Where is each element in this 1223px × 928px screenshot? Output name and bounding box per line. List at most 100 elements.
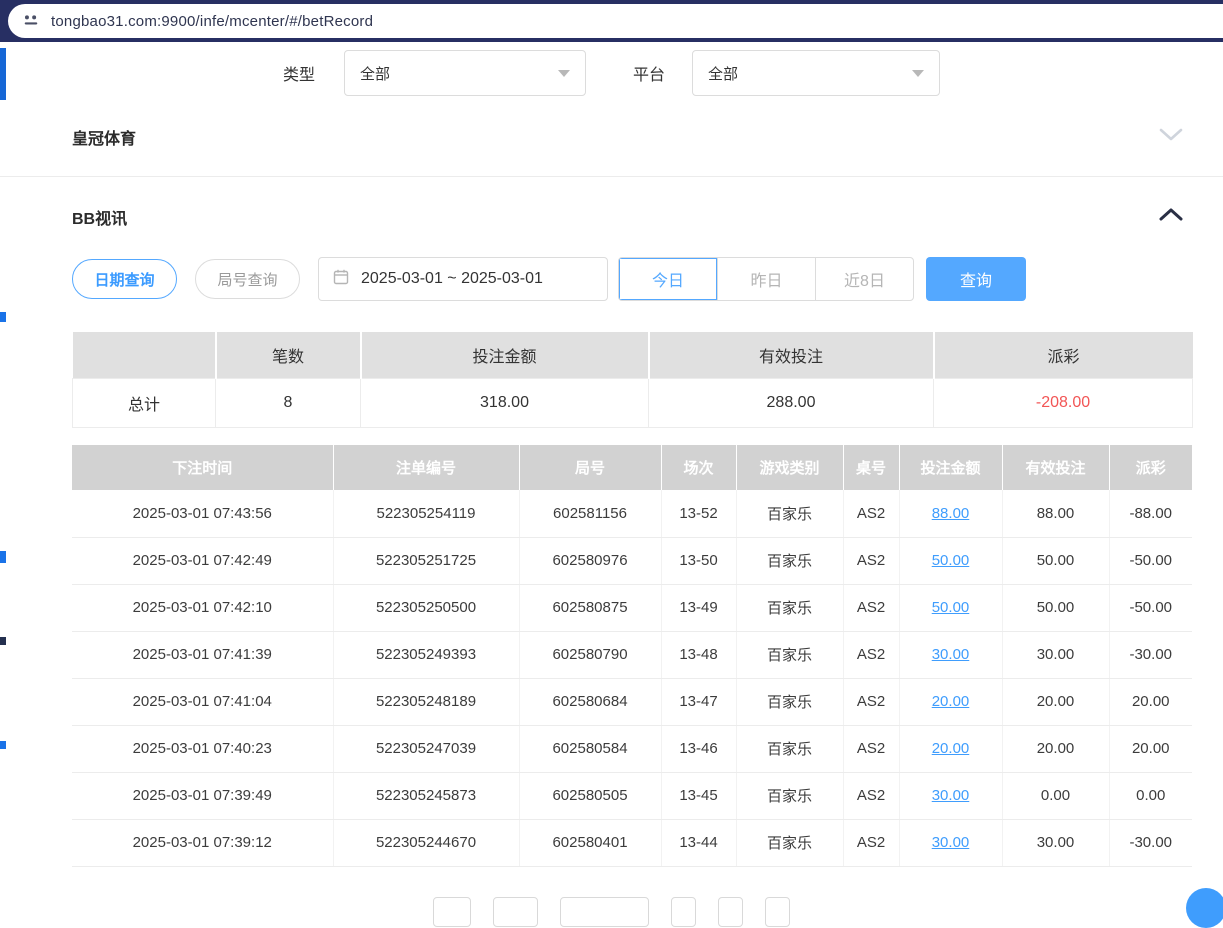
bet-amount-link[interactable]: 30.00 [932,787,970,804]
table-cell: AS2 [843,819,899,866]
bet-amount-link[interactable]: 30.00 [932,646,970,663]
today-button[interactable]: 今日 [619,258,717,300]
bet-amount-link[interactable]: 50.00 [932,599,970,616]
date-range-input[interactable]: 2025-03-01 ~ 2025-03-01 [318,257,608,301]
table-cell: -30.00 [1109,819,1192,866]
last8days-button[interactable]: 近8日 [815,258,913,300]
pagination-next-button[interactable] [765,897,790,927]
date-query-button[interactable]: 日期查询 [72,259,177,299]
section-crown-sports[interactable]: 皇冠体育 [72,118,1183,156]
col-order-no: 注单编号 [333,445,519,490]
table-row: 2025-03-01 07:40:23522305247039602580584… [72,725,1192,772]
table-cell: 2025-03-01 07:43:56 [72,490,333,537]
cell-bet-amount: 20.00 [899,678,1002,725]
bet-records-table: 下注时间 注单编号 局号 场次 游戏类别 桌号 投注金额 有效投注 派彩 202… [72,445,1192,867]
summary-payout-value: -208.00 [934,378,1193,427]
summary-header-blank [73,332,216,378]
table-cell: AS2 [843,631,899,678]
table-cell: 20.00 [1109,725,1192,772]
artifact-strip [0,741,6,749]
table-cell: 13-46 [661,725,736,772]
table-cell: 602580684 [519,678,661,725]
table-cell: 13-52 [661,490,736,537]
quick-range-group: 今日 昨日 近8日 [618,257,914,301]
table-cell: AS2 [843,725,899,772]
col-bet-time: 下注时间 [72,445,333,490]
section-title-crown: 皇冠体育 [72,125,136,149]
filter-row: 类型 全部 平台 全部 [0,50,1223,96]
chevron-down-icon[interactable] [1159,128,1183,146]
table-row: 2025-03-01 07:42:49522305251725602580976… [72,537,1192,584]
platform-select[interactable]: 全部 [692,50,940,96]
table-row: 2025-03-01 07:39:49522305245873602580505… [72,772,1192,819]
bet-amount-link[interactable]: 30.00 [932,834,970,851]
pagination-button[interactable] [671,897,696,927]
col-round-no: 局号 [519,445,661,490]
yesterday-button[interactable]: 昨日 [717,258,815,300]
date-range-value: 2025-03-01 ~ 2025-03-01 [361,270,543,288]
bet-amount-link[interactable]: 20.00 [932,740,970,757]
pagination-button[interactable] [718,897,743,927]
browser-profile-icon [22,12,40,30]
table-row: 2025-03-01 07:39:12522305244670602580401… [72,819,1192,866]
table-cell: 13-50 [661,537,736,584]
chevron-up-icon[interactable] [1159,208,1183,226]
table-cell: 50.00 [1002,537,1109,584]
bet-amount-link[interactable]: 50.00 [932,552,970,569]
table-cell: AS2 [843,490,899,537]
table-cell: 百家乐 [736,490,843,537]
table-cell: 20.00 [1002,725,1109,772]
col-table-no: 桌号 [843,445,899,490]
summary-header-bet: 投注金额 [361,332,649,378]
search-button[interactable]: 查询 [926,257,1026,301]
table-cell: 百家乐 [736,584,843,631]
table-cell: 百家乐 [736,537,843,584]
col-payout: 派彩 [1109,445,1192,490]
pagination-prev-button[interactable] [433,897,471,927]
cell-bet-amount: 30.00 [899,631,1002,678]
section-divider [0,176,1223,177]
pagination-page-button[interactable] [493,897,538,927]
table-cell: 2025-03-01 07:41:04 [72,678,333,725]
bet-amount-link[interactable]: 20.00 [932,693,970,710]
table-cell: 百家乐 [736,725,843,772]
chevron-down-icon [912,70,924,77]
summary-bet-value: 318.00 [361,378,649,427]
table-cell: 602580584 [519,725,661,772]
platform-select-value: 全部 [708,63,738,84]
table-cell: -30.00 [1109,631,1192,678]
table-cell: 百家乐 [736,678,843,725]
section-title-bb: BB视讯 [72,205,127,229]
table-cell: 2025-03-01 07:39:12 [72,819,333,866]
table-cell: 13-48 [661,631,736,678]
cell-bet-amount: 20.00 [899,725,1002,772]
col-bet-amount: 投注金额 [899,445,1002,490]
table-cell: -50.00 [1109,584,1192,631]
table-cell: 522305249393 [333,631,519,678]
cell-bet-amount: 88.00 [899,490,1002,537]
summary-header-payout: 派彩 [934,332,1193,378]
table-cell: 602580790 [519,631,661,678]
bet-amount-link[interactable]: 88.00 [932,505,970,522]
col-valid-bet: 有效投注 [1002,445,1109,490]
section-bb-video[interactable]: BB视讯 [72,198,1183,236]
type-select-value: 全部 [360,63,390,84]
cell-bet-amount: 50.00 [899,584,1002,631]
table-cell: 602580505 [519,772,661,819]
table-row: 2025-03-01 07:42:10522305250500602580875… [72,584,1192,631]
chevron-down-icon [558,70,570,77]
platform-filter-label: 平台 [633,61,665,85]
pagination-size-select[interactable] [560,897,649,927]
bet-table-header-row: 下注时间 注单编号 局号 场次 游戏类别 桌号 投注金额 有效投注 派彩 [72,445,1192,490]
address-bar[interactable]: tongbao31.com:9900/infe/mcenter/#/betRec… [8,4,1223,38]
floating-service-button[interactable] [1186,888,1223,928]
artifact-strip [0,637,6,645]
table-cell: 522305248189 [333,678,519,725]
artifact-strip [0,312,6,322]
pagination [0,897,1223,927]
type-select[interactable]: 全部 [344,50,586,96]
table-cell: AS2 [843,678,899,725]
artifact-strip [0,551,6,563]
round-query-button[interactable]: 局号查询 [195,259,300,299]
summary-header-count: 笔数 [216,332,361,378]
